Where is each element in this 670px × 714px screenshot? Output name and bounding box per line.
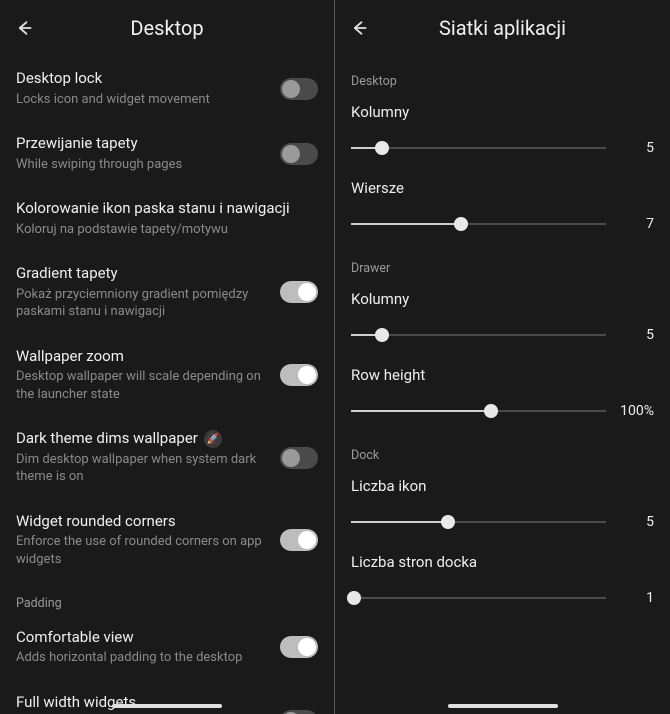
slider-thumb[interactable] (484, 404, 498, 418)
slider-label: Row height (351, 366, 654, 384)
item-title: Dark theme dims wallpaper 🚀 (16, 429, 268, 449)
left-topbar: Desktop (0, 0, 334, 56)
slider-row: 5 (351, 322, 654, 348)
toggle-switch[interactable] (280, 78, 318, 100)
rocket-icon: 🚀 (204, 430, 222, 448)
item-title: Widget rounded corners (16, 512, 268, 532)
left-panel: Desktop Desktop lock Locks icon and widg… (0, 0, 335, 714)
slider-item: Liczba stron docka 1 (335, 541, 670, 617)
slider[interactable] (351, 509, 606, 535)
slider-thumb[interactable] (347, 591, 361, 605)
toggle-switch[interactable] (280, 710, 318, 714)
slider-label: Kolumny (351, 290, 654, 308)
slider-thumb[interactable] (375, 328, 389, 342)
slider-thumb[interactable] (454, 217, 468, 231)
setting-comfortable-view[interactable]: Comfortable view Adds horizontal padding… (0, 615, 334, 680)
item-sub: Koloruj na podstawie tapety/motywu (16, 221, 318, 239)
setting-wallpaper-scroll[interactable]: Przewijanie tapety While swiping through… (0, 121, 334, 186)
setting-widget-rounded[interactable]: Widget rounded corners Enforce the use o… (0, 499, 334, 582)
slider-label: Liczba ikon (351, 477, 654, 495)
item-sub: Pokaż przyciemniony gradient pomiędzy pa… (16, 286, 268, 321)
item-sub: Locks icon and widget movement (16, 91, 268, 109)
item-title-text: Dark theme dims wallpaper (16, 429, 198, 449)
setting-dark-dims-wallpaper[interactable]: Dark theme dims wallpaper 🚀 Dim desktop … (0, 416, 334, 499)
slider-row: 5 (351, 509, 654, 535)
item-sub: While swiping through pages (16, 156, 268, 174)
item-title: Gradient tapety (16, 264, 268, 284)
slider[interactable] (351, 398, 606, 424)
slider-value: 1 (620, 590, 654, 606)
item-title: Full width widgets (16, 693, 268, 713)
page-title-left: Desktop (14, 16, 320, 40)
slider-thumb[interactable] (375, 141, 389, 155)
item-sub: Desktop wallpaper will scale depending o… (16, 368, 268, 403)
home-indicator[interactable] (112, 704, 222, 708)
slider[interactable] (351, 135, 606, 161)
right-sections: Desktop Kolumny 5 Wiersze 7 Drawer Kolumny 5 Row… (335, 56, 670, 617)
toggle-switch[interactable] (280, 636, 318, 658)
page-title-right: Siatki aplikacji (349, 16, 656, 40)
slider[interactable] (351, 585, 606, 611)
right-panel: Siatki aplikacji Desktop Kolumny 5 Wiersze 7… (335, 0, 670, 714)
section-header: Drawer (335, 243, 670, 278)
item-title: Wallpaper zoom (16, 347, 268, 367)
slider-item: Kolumny 5 (335, 278, 670, 354)
section-header-padding: Padding (0, 582, 334, 615)
toggle-switch[interactable] (280, 447, 318, 469)
slider-label: Wiersze (351, 179, 654, 197)
slider-value: 100% (620, 403, 654, 419)
slider-thumb[interactable] (441, 515, 455, 529)
setting-wallpaper-gradient[interactable]: Gradient tapety Pokaż przyciemniony grad… (0, 251, 334, 334)
slider-item: Row height 100% (335, 354, 670, 430)
slider-row: 5 (351, 135, 654, 161)
slider-label: Liczba stron docka (351, 553, 654, 571)
item-sub: Dim desktop wallpaper when system dark t… (16, 451, 268, 486)
toggle-switch[interactable] (280, 529, 318, 551)
setting-desktop-lock[interactable]: Desktop lock Locks icon and widget movem… (0, 56, 334, 121)
home-indicator[interactable] (448, 704, 558, 708)
slider-row: 7 (351, 211, 654, 237)
slider-value: 5 (620, 514, 654, 530)
slider-value: 5 (620, 327, 654, 343)
setting-full-width-widgets[interactable]: Full width widgets Removes horizontal pa… (0, 680, 334, 714)
slider-value: 7 (620, 216, 654, 232)
item-title: Comfortable view (16, 628, 268, 648)
item-title: Kolorowanie ikon paska stanu i nawigacji (16, 199, 318, 219)
slider-item: Wiersze 7 (335, 167, 670, 243)
right-topbar: Siatki aplikacji (335, 0, 670, 56)
section-header: Dock (335, 430, 670, 465)
slider-item: Liczba ikon 5 (335, 465, 670, 541)
item-sub: Adds horizontal padding to the desktop (16, 649, 268, 667)
toggle-switch[interactable] (280, 281, 318, 303)
setting-wallpaper-zoom[interactable]: Wallpaper zoom Desktop wallpaper will sc… (0, 334, 334, 417)
item-title: Desktop lock (16, 69, 268, 89)
setting-icon-coloring[interactable]: Kolorowanie ikon paska stanu i nawigacji… (0, 186, 334, 251)
toggle-switch[interactable] (280, 143, 318, 165)
slider-row: 1 (351, 585, 654, 611)
item-sub: Enforce the use of rounded corners on ap… (16, 533, 268, 568)
toggle-switch[interactable] (280, 364, 318, 386)
item-title: Przewijanie tapety (16, 134, 268, 154)
slider-label: Kolumny (351, 103, 654, 121)
slider[interactable] (351, 322, 606, 348)
slider-item: Kolumny 5 (335, 91, 670, 167)
slider-value: 5 (620, 140, 654, 156)
section-header: Desktop (335, 56, 670, 91)
slider-row: 100% (351, 398, 654, 424)
slider[interactable] (351, 211, 606, 237)
